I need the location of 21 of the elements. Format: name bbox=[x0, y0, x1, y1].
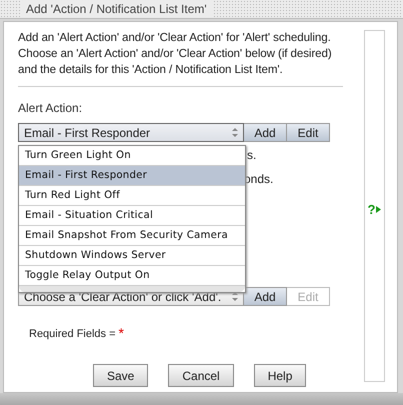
dropdown-option[interactable]: Shutdown Windows Server bbox=[19, 246, 245, 266]
field-label: Alert Action: bbox=[18, 101, 84, 115]
dropdown-option[interactable]: Email - First Responder bbox=[19, 166, 245, 186]
dropdown-option[interactable]: Turn Red Light Off bbox=[19, 186, 245, 206]
add-button[interactable]: Add bbox=[244, 287, 287, 306]
cancel-button[interactable]: Cancel bbox=[168, 364, 234, 387]
dropdown-option[interactable]: Email Snapshot From Security Camera bbox=[19, 226, 245, 246]
help-button[interactable]: Help bbox=[254, 364, 306, 387]
edit-button[interactable]: Edit bbox=[287, 123, 330, 142]
hint-text: s. bbox=[247, 148, 258, 162]
required-marker: * bbox=[118, 328, 124, 340]
dropdown-option[interactable]: Email - Situation Critical bbox=[19, 206, 245, 226]
window-title: Add 'Action / Notification List Item' bbox=[20, 1, 213, 17]
save-button[interactable]: Save bbox=[93, 364, 148, 387]
required-note: Required Fields = bbox=[29, 328, 116, 340]
intro-text: Add an 'Alert Action' and/or 'Clear Action' for 'Alert' scheduling. Choose an 'Alert Action' and/or 'Clear Action' below (if desired) and the details for this 'Action / Notification List Item'. bbox=[18, 30, 333, 78]
help-link[interactable]: ? bbox=[368, 202, 376, 216]
action-select[interactable]: Email - First Responder bbox=[18, 123, 244, 142]
add-button[interactable]: Add bbox=[244, 123, 287, 142]
spinner-icon bbox=[232, 128, 238, 137]
arrow-icon bbox=[376, 206, 382, 212]
